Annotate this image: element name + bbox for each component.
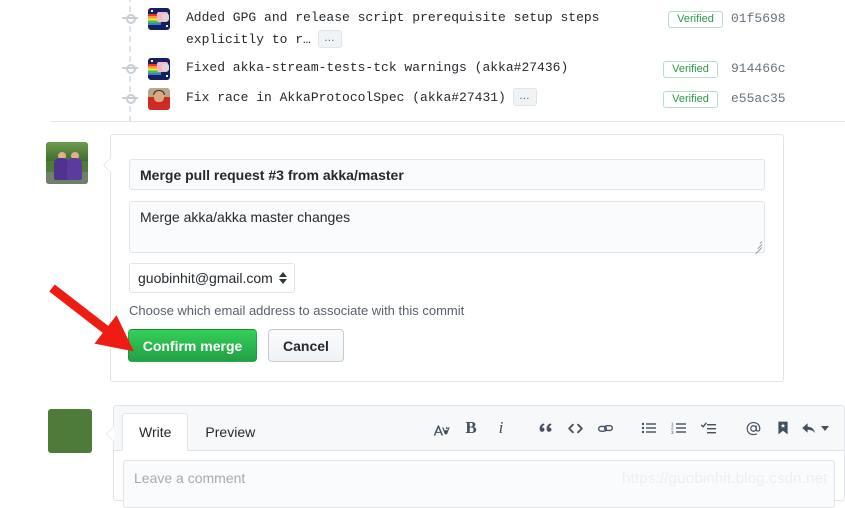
status-badge-verified[interactable]: Verified — [663, 91, 718, 108]
chevron-updown-icon — [278, 271, 287, 285]
svg-text:3: 3 — [671, 430, 674, 435]
email-select-value: guobinhit@gmail.com — [138, 270, 273, 286]
graduation-photo-avatar[interactable] — [48, 409, 92, 453]
commit-message[interactable]: Added GPG and release script prerequisit… — [186, 7, 638, 51]
commit-description-input[interactable] — [129, 201, 765, 253]
nyan-cat-avatar[interactable] — [148, 58, 170, 80]
tab-write[interactable]: Write — [122, 413, 189, 451]
saved-reply-icon[interactable] — [768, 406, 798, 450]
commit-timeline: Added GPG and release script prerequisit… — [0, 0, 845, 122]
timeline-node — [122, 90, 138, 106]
confirm-merge-button[interactable]: Confirm merge — [128, 329, 257, 362]
cancel-button[interactable]: Cancel — [268, 329, 344, 362]
graduation-photo-avatar[interactable] — [46, 142, 88, 184]
timeline-divider — [50, 121, 845, 122]
mention-icon[interactable] — [738, 406, 768, 450]
person-photo-avatar[interactable] — [148, 88, 170, 110]
timeline-node — [122, 10, 138, 26]
comment-form-box: Write Preview B i 1 2 3 Leave a comment — [106, 405, 845, 508]
status-badge-verified[interactable]: Verified — [663, 61, 718, 78]
task-list-icon[interactable] — [694, 406, 724, 450]
commit-sha[interactable]: e55ac35 — [731, 91, 786, 106]
chevron-down-icon — [821, 425, 829, 431]
commit-sha[interactable]: 914466c — [731, 61, 786, 76]
commit-message-text: Added GPG and release script prerequisit… — [186, 10, 600, 47]
link-icon[interactable] — [590, 406, 620, 450]
commit-message-text: Fix race in AkkaProtocolSpec (akka#27431… — [186, 90, 506, 105]
status-badge-verified[interactable]: Verified — [668, 11, 723, 28]
comment-tabnav: Write Preview B i 1 2 3 — [114, 406, 844, 451]
merge-form-box: guobinhit@gmail.com Choose which email a… — [103, 134, 784, 382]
email-select[interactable]: guobinhit@gmail.com — [129, 263, 295, 293]
reply-icon[interactable] — [798, 406, 832, 450]
commit-message[interactable]: Fixed akka-stream-tests-tck warnings (ak… — [186, 57, 568, 79]
code-icon[interactable] — [560, 406, 590, 450]
numbered-list-icon[interactable]: 1 2 3 — [664, 406, 694, 450]
callout-pointer-inner-icon — [104, 157, 112, 173]
tab-preview[interactable]: Preview — [188, 413, 272, 451]
italic-icon[interactable]: i — [486, 406, 516, 450]
bulleted-list-icon[interactable] — [634, 406, 664, 450]
expand-commit-message-button[interactable]: … — [317, 30, 342, 48]
bold-icon[interactable]: B — [456, 406, 486, 450]
text-size-icon[interactable] — [426, 406, 456, 450]
nyan-cat-avatar[interactable] — [148, 8, 170, 30]
timeline-node — [122, 60, 138, 76]
commit-message[interactable]: Fix race in AkkaProtocolSpec (akka#27431… — [186, 87, 537, 109]
commit-message-text: Fixed akka-stream-tests-tck warnings (ak… — [186, 60, 569, 75]
email-help-text: Choose which email address to associate … — [129, 303, 465, 318]
expand-commit-message-button[interactable]: … — [512, 88, 537, 106]
commit-sha[interactable]: 01f5698 — [731, 11, 786, 26]
commit-title-input[interactable] — [129, 159, 765, 190]
markdown-toolbar: B i 1 2 3 — [426, 406, 844, 450]
quote-icon[interactable] — [530, 406, 560, 450]
